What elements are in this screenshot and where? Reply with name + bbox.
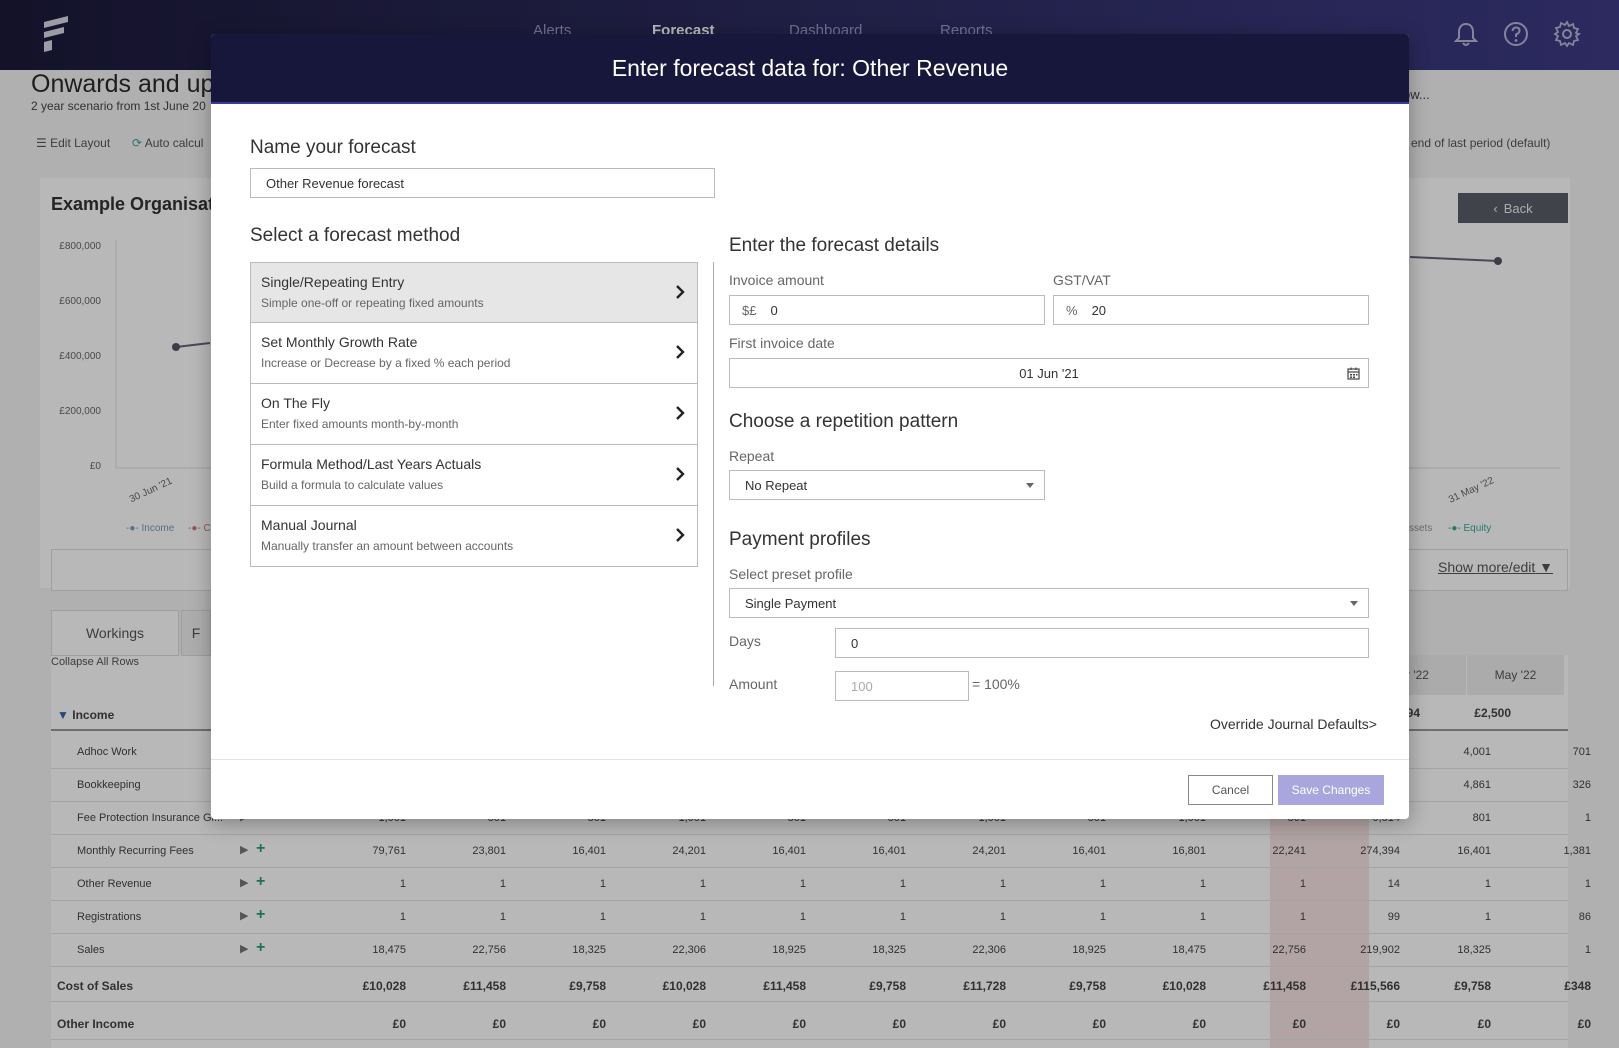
preset-profile-select[interactable]: Single Payment — [729, 588, 1369, 618]
first-invoice-date-value: 01 Jun '21 — [1019, 365, 1079, 381]
forecast-details-heading: Enter the forecast details — [729, 235, 940, 256]
modal-footer-divider — [211, 759, 1409, 760]
method-title: Manual Journal — [261, 517, 357, 533]
dropdown-caret-icon — [1026, 483, 1034, 488]
preset-profile-label: Select preset profile — [729, 566, 853, 582]
repeat-select[interactable]: No Repeat — [729, 470, 1045, 500]
save-changes-button[interactable]: Save Changes — [1278, 775, 1384, 805]
first-invoice-date-input[interactable]: 01 Jun '21 — [729, 358, 1369, 388]
percent-prefix: % — [1066, 302, 1078, 318]
gst-vat-input[interactable]: % 20 — [1053, 295, 1369, 325]
method-description: Enter fixed amounts month-by-month — [261, 417, 459, 431]
method-formula[interactable]: Formula Method/Last Years Actuals Build … — [250, 445, 698, 506]
gst-vat-label: GST/VAT — [1053, 272, 1111, 288]
method-list: Single/Repeating Entry Simple one-off or… — [250, 262, 698, 567]
method-description: Build a formula to calculate values — [261, 478, 444, 492]
invoice-amount-value: 0 — [770, 302, 778, 318]
repeat-label: Repeat — [729, 448, 775, 464]
chevron-right-icon — [676, 528, 685, 542]
invoice-amount-label: Invoice amount — [729, 272, 824, 288]
dropdown-caret-icon — [1350, 601, 1358, 606]
chevron-right-icon — [676, 406, 685, 420]
currency-prefix: $£ — [742, 302, 757, 318]
cancel-button[interactable]: Cancel — [1188, 775, 1273, 805]
forecast-method-heading: Select a forecast method — [250, 225, 461, 246]
gst-vat-value: 20 — [1091, 302, 1107, 318]
forecast-modal: Enter forecast data for: Other Revenue N… — [211, 34, 1409, 819]
method-description: Simple one-off or repeating fixed amount… — [261, 296, 484, 310]
chevron-right-icon — [676, 345, 685, 359]
name-forecast-heading: Name your forecast — [250, 137, 416, 158]
calendar-icon[interactable] — [1347, 367, 1360, 380]
preset-profile-value: Single Payment — [745, 595, 837, 611]
method-title: Formula Method/Last Years Actuals — [261, 456, 482, 472]
chevron-right-icon — [676, 285, 685, 299]
modal-title: Enter forecast data for: Other Revenue — [211, 34, 1409, 104]
days-input[interactable]: 0 — [835, 628, 1369, 658]
amount-suffix: = 100% — [972, 676, 1020, 692]
method-title: Single/Repeating Entry — [261, 274, 405, 290]
method-monthly-growth[interactable]: Set Monthly Growth Rate Increase or Decr… — [250, 323, 698, 384]
method-single-repeating[interactable]: Single/Repeating Entry Simple one-off or… — [250, 262, 698, 323]
column-divider — [713, 262, 714, 686]
method-title: On The Fly — [261, 395, 330, 411]
method-description: Manually transfer an amount between acco… — [261, 539, 514, 553]
invoice-amount-input[interactable]: $£ 0 — [729, 295, 1045, 325]
forecast-name-input[interactable]: Other Revenue forecast — [250, 168, 715, 198]
chevron-right-icon — [676, 467, 685, 481]
amount-input[interactable]: 100 — [835, 671, 969, 701]
override-journal-defaults-link[interactable]: Override Journal Defaults> — [1210, 716, 1377, 732]
repetition-heading: Choose a repetition pattern — [729, 411, 959, 432]
days-label: Days — [729, 633, 761, 649]
method-description: Increase or Decrease by a fixed % each p… — [261, 356, 511, 370]
payment-profiles-heading: Payment profiles — [729, 529, 871, 550]
amount-label: Amount — [729, 676, 778, 692]
method-manual-journal[interactable]: Manual Journal Manually transfer an amou… — [250, 506, 698, 567]
app-root: Alerts Forecast Dashboard Reports Onward… — [0, 0, 1619, 1048]
method-on-the-fly[interactable]: On The Fly Enter fixed amounts month-by-… — [250, 384, 698, 445]
repeat-value: No Repeat — [745, 477, 808, 493]
method-title: Set Monthly Growth Rate — [261, 334, 418, 350]
first-invoice-date-label: First invoice date — [729, 335, 835, 351]
